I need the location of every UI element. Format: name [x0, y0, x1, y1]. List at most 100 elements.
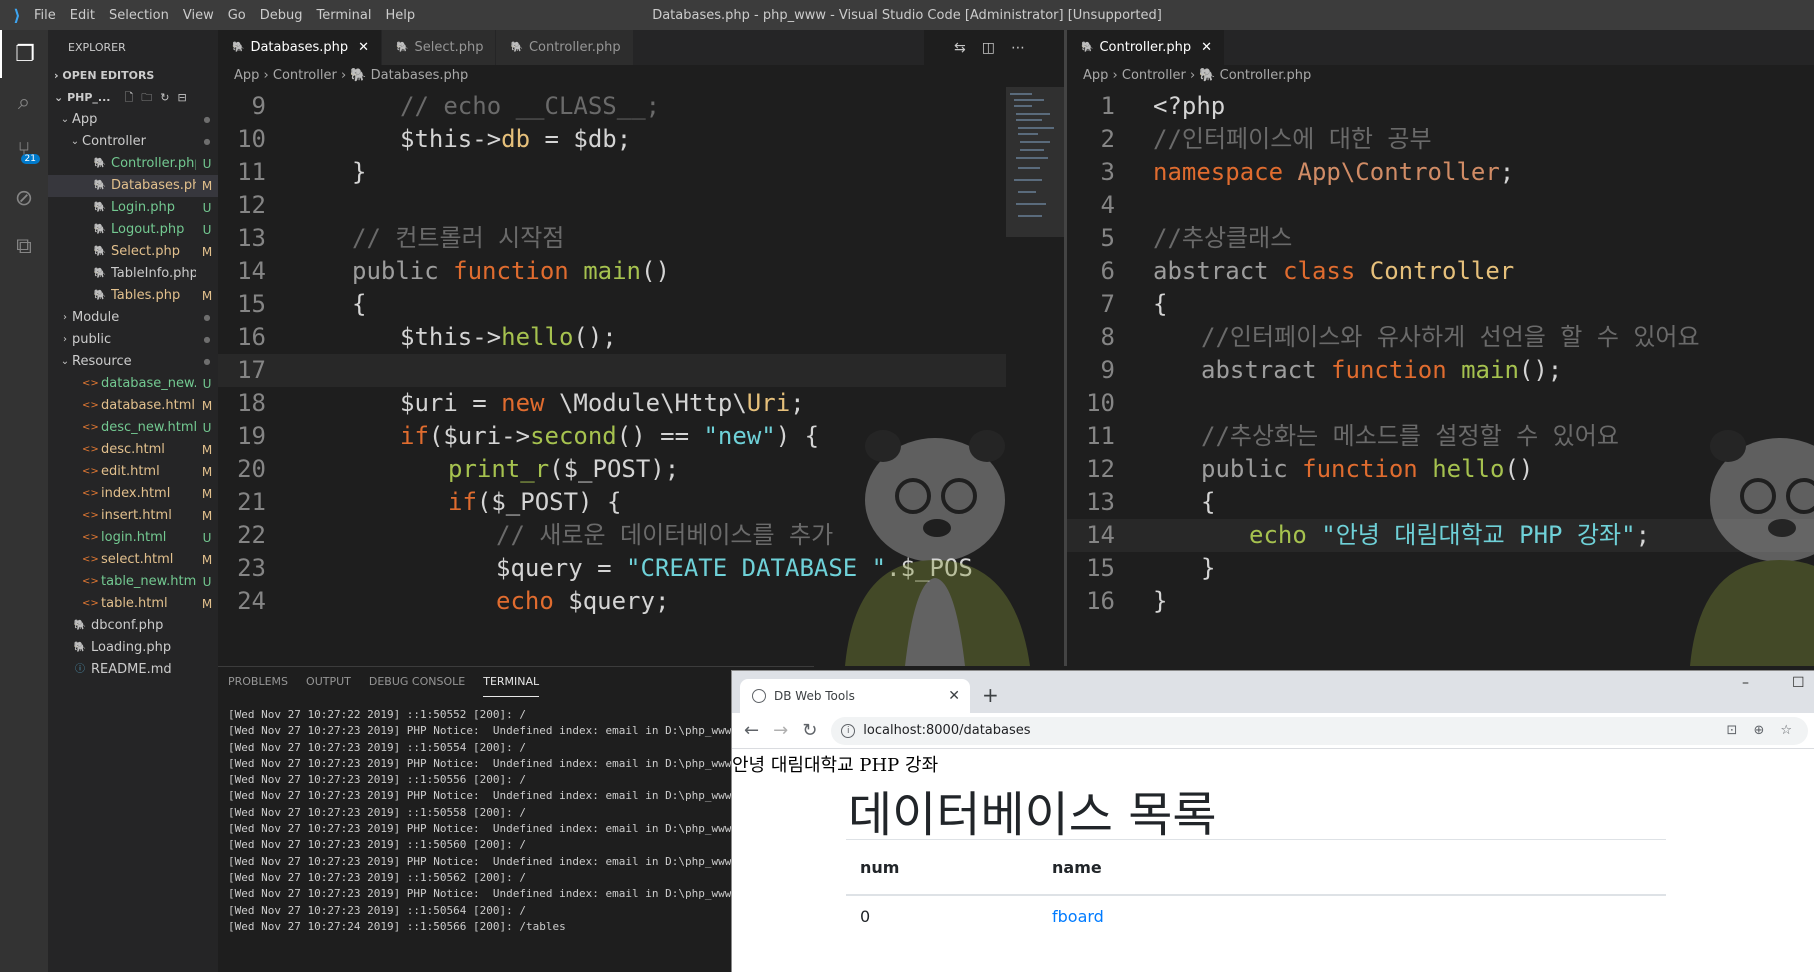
code-line[interactable]: 9 // echo __CLASS__;: [218, 90, 1006, 123]
menu-item-help[interactable]: Help: [385, 8, 415, 23]
workspace-section[interactable]: ⌄ PHP_... 🗋🗀↻⊟: [48, 87, 218, 109]
tree-item[interactable]: ⓘ README.md: [48, 659, 218, 681]
tree-item[interactable]: 🐘 Tables.php M: [48, 285, 218, 307]
translate-icon[interactable]: ⊡: [1727, 723, 1738, 738]
tree-item[interactable]: <> table.html M: [48, 593, 218, 615]
reload-icon[interactable]: ↻: [802, 720, 817, 741]
tree-item[interactable]: <> table_new.html U: [48, 571, 218, 593]
menu-item-selection[interactable]: Selection: [109, 8, 169, 23]
tree-item[interactable]: 🐘 Databases.php M: [48, 175, 218, 197]
menu-item-debug[interactable]: Debug: [260, 8, 303, 23]
code-line[interactable]: 8 //인터페이스와 유사하게 선언을 할 수 있어요: [1067, 321, 1814, 354]
forward-icon[interactable]: →: [773, 720, 788, 741]
breadcrumb-item[interactable]: Controller.php: [1220, 68, 1312, 83]
zoom-icon[interactable]: ⊕: [1753, 723, 1764, 738]
new-file-icon[interactable]: 🗋: [124, 91, 141, 104]
tree-item[interactable]: <> index.html M: [48, 483, 218, 505]
code-line[interactable]: 6 abstract class Controller: [1067, 255, 1814, 288]
tree-item[interactable]: 🐘 dbconf.php: [48, 615, 218, 637]
refresh-icon[interactable]: ↻: [160, 91, 177, 104]
close-tab-icon[interactable]: ✕: [948, 688, 960, 704]
debug-icon[interactable]: ⊘: [0, 174, 48, 222]
more-actions-icon[interactable]: ⋯: [1011, 40, 1025, 56]
menu-item-terminal[interactable]: Terminal: [317, 8, 372, 23]
panel-tab-debug-console[interactable]: DEBUG CONSOLE: [369, 667, 465, 697]
database-link[interactable]: fboard: [1052, 907, 1104, 926]
code-line[interactable]: 2 //인터페이스에 대한 공부: [1067, 123, 1814, 156]
code-line[interactable]: 1 <?php: [1067, 90, 1814, 123]
info-icon[interactable]: i: [841, 723, 856, 738]
compare-icon[interactable]: ⇆: [954, 40, 966, 56]
code-line[interactable]: 9 abstract function main();: [1067, 354, 1814, 387]
new-folder-icon[interactable]: 🗀: [141, 91, 160, 104]
browser-tab[interactable]: DB Web Tools ✕: [740, 679, 970, 713]
code-line[interactable]: 11}: [218, 156, 1006, 189]
tree-item[interactable]: 🐘 Login.php U: [48, 197, 218, 219]
new-tab-button[interactable]: +: [982, 683, 999, 707]
source-control-icon[interactable]: ⑂ 21: [0, 126, 48, 174]
tree-item-label: table_new.html: [101, 574, 196, 589]
code-line[interactable]: 3 namespace App\Controller;: [1067, 156, 1814, 189]
breadcrumb-item[interactable]: App: [1083, 68, 1108, 83]
tree-item[interactable]: 🐘 Select.php M: [48, 241, 218, 263]
php-file-icon: 🐘: [396, 42, 409, 53]
breadcrumb-item[interactable]: App: [234, 68, 259, 83]
code-line[interactable]: 14 public function main(): [218, 255, 1006, 288]
panel-tab-problems[interactable]: PROBLEMS: [228, 667, 288, 697]
tree-item[interactable]: <> desc.html M: [48, 439, 218, 461]
bookmark-star-icon[interactable]: ☆: [1780, 723, 1792, 738]
address-bar[interactable]: i localhost:8000/databases ⊡ ⊕ ☆: [831, 716, 1808, 745]
menu-item-view[interactable]: View: [183, 8, 214, 23]
menu-item-file[interactable]: File: [34, 8, 56, 23]
code-line[interactable]: 7{: [1067, 288, 1814, 321]
breadcrumb-item[interactable]: Databases.php: [371, 68, 469, 83]
tree-item[interactable]: › public ●: [48, 329, 218, 351]
tree-item[interactable]: <> select.html M: [48, 549, 218, 571]
explorer-icon[interactable]: ❐: [0, 30, 48, 78]
code-line[interactable]: 4: [1067, 189, 1814, 222]
menu-item-go[interactable]: Go: [228, 8, 246, 23]
collapse-all-icon[interactable]: ⊟: [178, 91, 195, 104]
close-icon[interactable]: ✕: [358, 30, 369, 65]
code-line[interactable]: 12: [218, 189, 1006, 222]
code-line[interactable]: 16 $this->hello();: [218, 321, 1006, 354]
breadcrumb-item[interactable]: Controller: [1122, 68, 1186, 83]
close-icon[interactable]: ✕: [1201, 30, 1212, 65]
tree-item[interactable]: 🐘 Controller.php U: [48, 153, 218, 175]
code-line[interactable]: 10 $this->db = $db;: [218, 123, 1006, 156]
tree-item[interactable]: <> insert.html M: [48, 505, 218, 527]
extensions-icon[interactable]: ⧉: [0, 222, 48, 270]
tree-item[interactable]: › Module ●: [48, 307, 218, 329]
editor-tab[interactable]: 🐘 Databases.php ✕: [218, 30, 383, 65]
code-line[interactable]: 13 // 컨트롤러 시작점: [218, 222, 1006, 255]
tree-item[interactable]: <> login.html U: [48, 527, 218, 549]
code-line[interactable]: 17: [218, 354, 1006, 387]
minimize-icon[interactable]: –: [1742, 675, 1749, 691]
tree-item[interactable]: 🐘 Logout.php U: [48, 219, 218, 241]
tree-item[interactable]: 🐘 TableInfo.php: [48, 263, 218, 285]
tree-item[interactable]: <> database.html M: [48, 395, 218, 417]
panel-tab-terminal[interactable]: TERMINAL: [483, 667, 540, 697]
search-icon[interactable]: ⌕: [0, 78, 48, 126]
code-line[interactable]: 15 {: [218, 288, 1006, 321]
breadcrumb-item[interactable]: Controller: [273, 68, 337, 83]
terminal-output[interactable]: [Wed Nov 27 10:27:22 2019] ::1:50552 [20…: [218, 697, 814, 935]
panel-tab-output[interactable]: OUTPUT: [306, 667, 351, 697]
tree-item[interactable]: ⌄ App ●: [48, 109, 218, 131]
tree-item[interactable]: <>database_new.... U: [48, 373, 218, 395]
editor-tab[interactable]: 🐘 Controller.php: [496, 30, 634, 65]
tree-item[interactable]: ⌄ Controller ●: [48, 131, 218, 153]
tree-item[interactable]: <> edit.html M: [48, 461, 218, 483]
split-editor-icon[interactable]: ◫: [982, 40, 995, 56]
maximize-icon[interactable]: ☐: [1792, 675, 1805, 691]
code-line[interactable]: 5 //추상클래스: [1067, 222, 1814, 255]
panel-tabs: PROBLEMS OUTPUT DEBUG CONSOLE TERMINAL: [218, 667, 814, 697]
tree-item[interactable]: 🐘 Loading.php: [48, 637, 218, 659]
back-icon[interactable]: ←: [744, 720, 759, 741]
editor-tab[interactable]: 🐘 Select.php: [382, 30, 497, 65]
menu-item-edit[interactable]: Edit: [70, 8, 95, 23]
editor-tab[interactable]: 🐘 Controller.php ✕: [1067, 30, 1225, 65]
open-editors-section[interactable]: › OPEN EDITORS: [48, 65, 218, 87]
tree-item[interactable]: <> desc_new.html U: [48, 417, 218, 439]
tree-item[interactable]: ⌄ Resource ●: [48, 351, 218, 373]
